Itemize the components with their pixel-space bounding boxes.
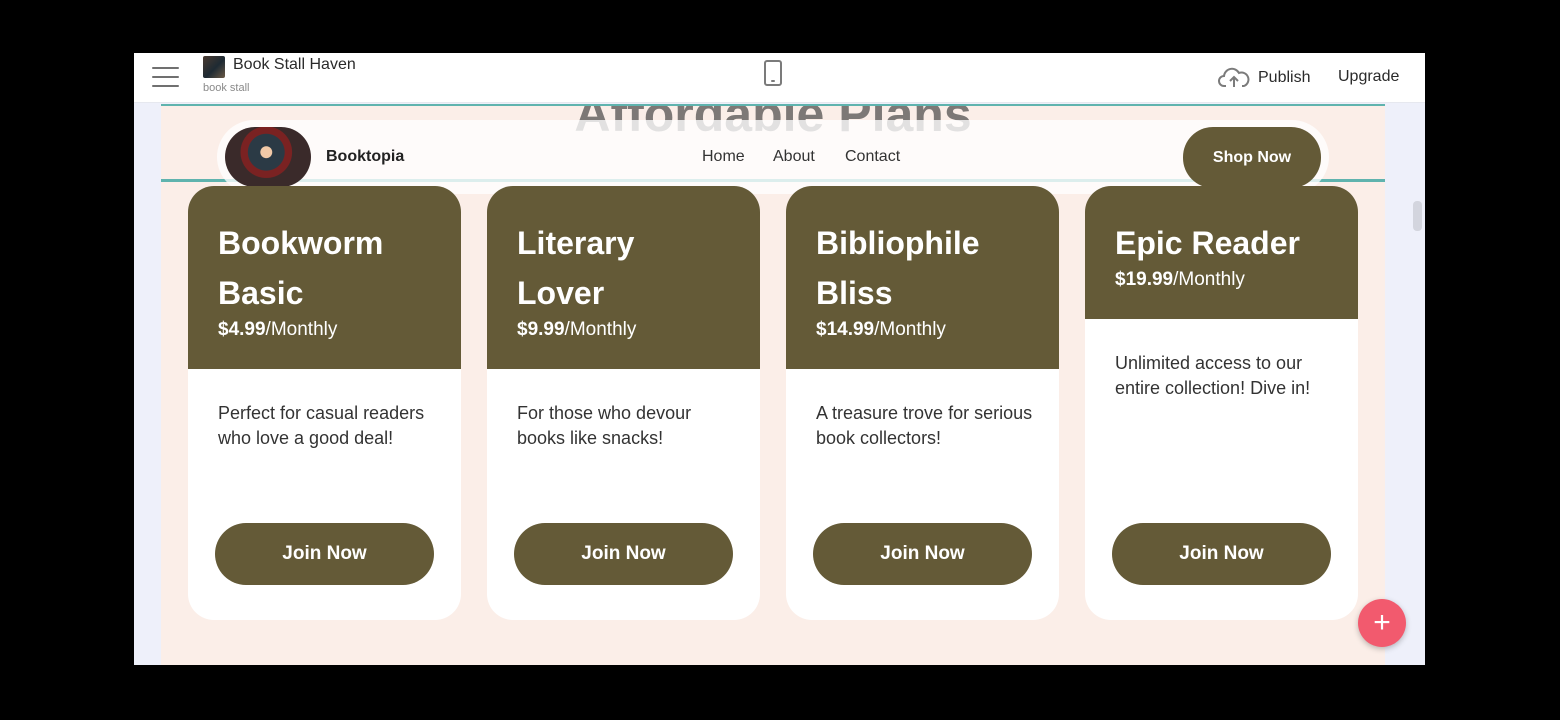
site-canvas: Affordable Plans Booktopia Home About Co… — [161, 104, 1385, 665]
selected-block-outline[interactable]: Booktopia Home About Contact Shop Now — [161, 104, 1385, 194]
join-now-button[interactable]: Join Now — [813, 523, 1032, 585]
plan-title: Epic Reader — [1115, 225, 1300, 261]
nav-link-about[interactable]: About — [773, 148, 815, 166]
scrollbar-thumb[interactable] — [1413, 201, 1422, 231]
mobile-device-icon[interactable] — [764, 60, 782, 86]
plan-title: Literary Lover — [517, 225, 635, 311]
plan-price: $19.99/Monthly — [1115, 269, 1245, 290]
plan-price: $4.99/Monthly — [218, 319, 338, 340]
plan-description: Unlimited access to our entire collectio… — [1115, 353, 1311, 398]
plan-header: Epic Reader $19.99/Monthly — [1085, 186, 1358, 319]
upgrade-button[interactable]: Upgrade — [1338, 68, 1399, 86]
plan-description: For those who devour books like snacks! — [517, 403, 692, 448]
cloud-upload-icon — [1218, 67, 1250, 87]
shop-now-button[interactable]: Shop Now — [1183, 127, 1321, 188]
plan-header: Bookworm Basic $4.99/Monthly — [188, 186, 461, 369]
plan-price: $14.99/Monthly — [816, 319, 946, 340]
plan-title: Bibliophile Bliss — [816, 225, 980, 311]
plan-description: A treasure trove for serious book collec… — [816, 403, 1033, 448]
join-now-button[interactable]: Join Now — [514, 523, 733, 585]
brand-logo-image[interactable] — [225, 127, 311, 187]
plan-description: Perfect for casual readers who love a go… — [218, 403, 425, 448]
site-title[interactable]: Book Stall Haven — [233, 56, 356, 74]
plan-card: Bibliophile Bliss $14.99/Monthly A treasu… — [786, 186, 1059, 620]
nav-link-home[interactable]: Home — [702, 148, 745, 166]
plan-title: Bookworm Basic — [218, 225, 384, 311]
site-subtitle: book stall — [203, 82, 250, 94]
plan-card: Literary Lover $9.99/Monthly For those wh… — [487, 186, 760, 620]
add-block-button[interactable]: + — [1358, 599, 1406, 647]
publish-button[interactable]: Publish — [1218, 63, 1310, 93]
join-now-button[interactable]: Join Now — [215, 523, 434, 585]
plan-header: Bibliophile Bliss $14.99/Monthly — [786, 186, 1059, 369]
editor-window: Book Stall Haven book stall Publish Upgr… — [134, 53, 1425, 665]
plan-header: Literary Lover $9.99/Monthly — [487, 186, 760, 369]
site-navbar[interactable]: Booktopia Home About Contact Shop Now — [217, 120, 1329, 194]
publish-label: Publish — [1258, 69, 1311, 86]
plan-card: Epic Reader $19.99/Monthly Unlimited acc… — [1085, 186, 1358, 620]
plan-price: $9.99/Monthly — [517, 319, 637, 340]
join-now-button[interactable]: Join Now — [1112, 523, 1331, 585]
editor-topbar: Book Stall Haven book stall Publish Upgr… — [134, 53, 1425, 103]
site-thumbnail — [203, 56, 225, 78]
plan-card: Bookworm Basic $4.99/Monthly Perfect for … — [188, 186, 461, 620]
nav-link-contact[interactable]: Contact — [845, 148, 900, 166]
menu-icon[interactable] — [152, 67, 179, 89]
plus-icon: + — [1373, 606, 1391, 639]
brand-name[interactable]: Booktopia — [326, 148, 404, 166]
